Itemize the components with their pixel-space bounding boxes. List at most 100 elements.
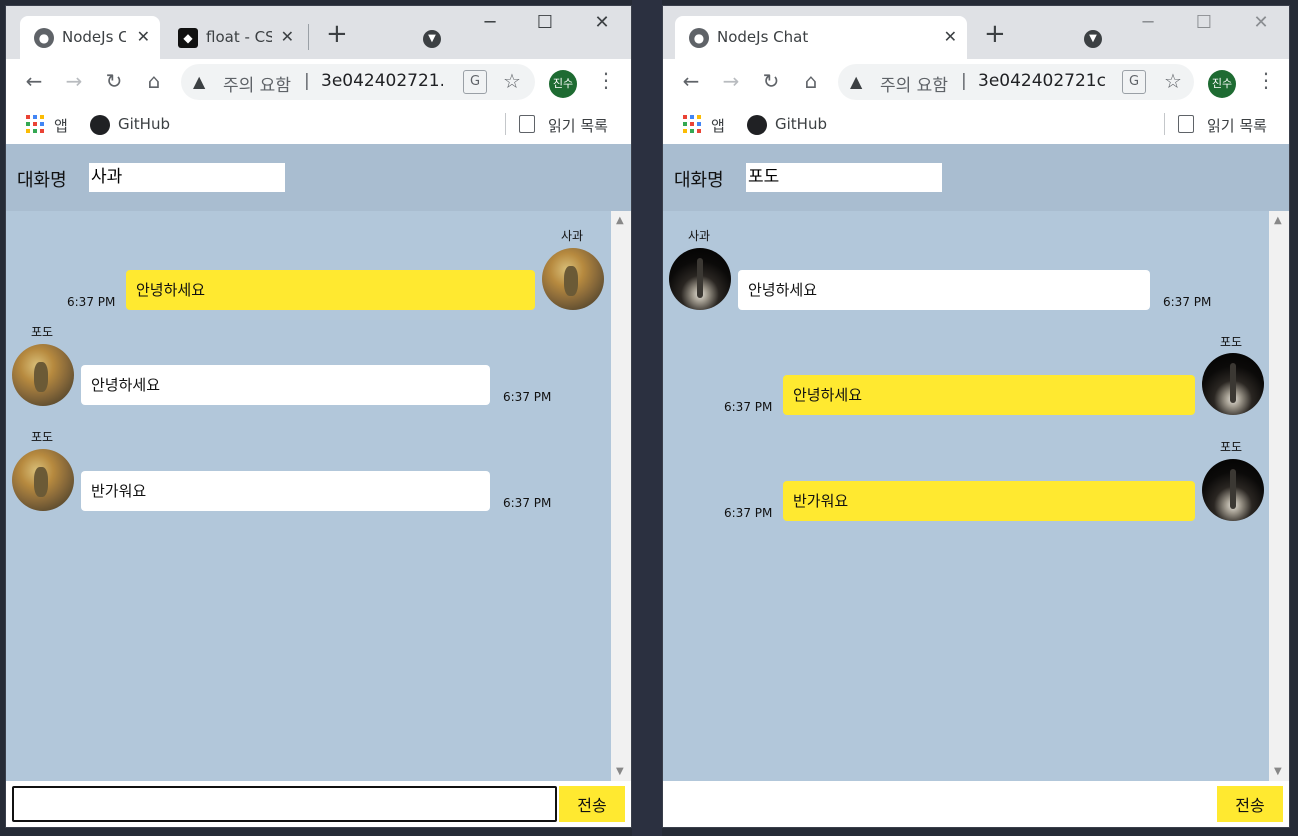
minimize-icon[interactable]: ─	[476, 12, 504, 33]
apps-grid-icon[interactable]	[26, 115, 44, 133]
kebab-menu-icon[interactable]: ⋮	[1256, 68, 1276, 92]
chat-page: 대화명 사과 사과 안녕하세요 6:37 PM 포도 안녕하세요 6:37 PM…	[6, 144, 631, 827]
reload-icon[interactable]: ↻	[101, 69, 127, 93]
message-time: 6:37 PM	[503, 390, 552, 404]
chevron-down-icon[interactable]: ▼	[1084, 30, 1102, 48]
arrow-left-icon[interactable]: ←	[678, 69, 704, 93]
message-time: 6:37 PM	[503, 496, 552, 510]
bookmark-apps[interactable]: 앱	[54, 115, 68, 136]
nickname-input[interactable]: 사과	[89, 163, 285, 192]
translate-icon[interactable]: G	[463, 70, 487, 94]
message-bubble: 안녕하세요	[738, 270, 1150, 310]
github-icon	[747, 115, 767, 135]
tab-nodejs-chat[interactable]: ● NodeJs Chat ✕	[675, 16, 967, 59]
globe-icon: ●	[689, 28, 709, 48]
warning-icon: ▲	[850, 72, 863, 91]
home-icon[interactable]: ⌂	[141, 69, 167, 93]
bookmark-github[interactable]: GitHub	[118, 115, 170, 133]
window-close-icon[interactable]: ✕	[588, 12, 616, 33]
close-icon[interactable]: ✕	[137, 27, 150, 46]
reading-list-icon	[519, 115, 535, 133]
plus-icon[interactable]: +	[984, 20, 1006, 48]
chat-header: 대화명 포도	[663, 144, 1289, 211]
avatar	[12, 344, 74, 406]
star-icon[interactable]: ☆	[1164, 69, 1182, 93]
scroll-up-icon[interactable]: ▲	[616, 215, 624, 226]
minimize-icon[interactable]: ─	[1134, 12, 1162, 33]
scroll-up-icon[interactable]: ▲	[1274, 215, 1282, 226]
bookmark-separator	[505, 113, 506, 135]
sender-name: 포도	[31, 325, 54, 339]
tab-title: NodeJs C	[62, 28, 126, 46]
message-input[interactable]	[12, 786, 557, 822]
sender-name: 사과	[688, 229, 711, 243]
bookmarks-bar: 앱 GitHub 읽기 목록	[6, 105, 631, 144]
kebab-menu-icon[interactable]: ⋮	[596, 68, 616, 92]
close-icon[interactable]: ✕	[281, 27, 294, 46]
profile-avatar[interactable]: 진수	[1208, 70, 1236, 98]
reading-list-button[interactable]: 읽기 목록	[1207, 115, 1267, 136]
github-icon	[90, 115, 110, 135]
avatar	[1202, 353, 1264, 415]
tab-float-css[interactable]: ◆ float - CS ✕	[164, 16, 304, 59]
message-time: 6:37 PM	[1163, 295, 1212, 309]
translate-icon[interactable]: G	[1122, 70, 1146, 94]
home-icon[interactable]: ⌂	[798, 69, 824, 93]
arrow-right-icon[interactable]: →	[718, 69, 744, 93]
message-bubble: 반가워요	[783, 481, 1195, 521]
maximize-icon[interactable]: ☐	[531, 12, 559, 33]
scroll-down-icon[interactable]: ▼	[1274, 766, 1282, 777]
message-composer: 전송	[6, 781, 631, 827]
arrow-left-icon[interactable]: ←	[21, 69, 47, 93]
reading-list-button[interactable]: 읽기 목록	[548, 115, 608, 136]
warning-icon: ▲	[193, 72, 206, 91]
message-bubble: 반가워요	[81, 471, 490, 511]
browser-window-left: ● NodeJs C ✕ ◆ float - CS ✕ + ▼ ─ ☐ ✕ ← …	[5, 5, 632, 828]
plus-icon[interactable]: +	[326, 20, 348, 48]
close-icon[interactable]: ✕	[944, 27, 957, 46]
star-icon[interactable]: ☆	[503, 69, 521, 93]
chevron-down-icon[interactable]: ▼	[423, 30, 441, 48]
tab-nodejs-chat[interactable]: ● NodeJs C ✕	[20, 16, 160, 59]
bookmark-github[interactable]: GitHub	[775, 115, 827, 133]
browser-window-right: ● NodeJs Chat ✕ + ▼ ─ ☐ ✕ ← → ↻ ⌂ ▲ 주의 요…	[662, 5, 1290, 828]
desktop-gap	[632, 0, 662, 836]
codepen-icon: ◆	[178, 28, 198, 48]
tab-title: float - CS	[206, 28, 272, 46]
maximize-icon[interactable]: ☐	[1190, 12, 1218, 33]
globe-icon: ●	[34, 28, 54, 48]
message-composer: 전송	[663, 781, 1289, 827]
sender-name: 포도	[1220, 440, 1243, 454]
send-button[interactable]: 전송	[1217, 786, 1283, 822]
tab-strip: ● NodeJs C ✕ ◆ float - CS ✕ + ▼ ─ ☐ ✕	[6, 6, 631, 59]
bookmarks-bar: 앱 GitHub 읽기 목록	[663, 105, 1289, 144]
address-bar[interactable]: ▲ 주의 요함 | 3e042402721... G ☆	[181, 64, 535, 100]
nickname-input[interactable]: 포도	[746, 163, 942, 192]
apps-grid-icon[interactable]	[683, 115, 701, 133]
scrollbar[interactable]: ▲ ▼	[611, 211, 631, 781]
sender-name: 포도	[1220, 335, 1243, 349]
nickname-label: 대화명	[17, 170, 67, 191]
profile-avatar[interactable]: 진수	[549, 70, 577, 98]
scrollbar[interactable]: ▲ ▼	[1269, 211, 1289, 781]
bookmark-separator	[1164, 113, 1165, 135]
address-bar[interactable]: ▲ 주의 요함 | 3e042402721c... G ☆	[838, 64, 1194, 100]
separator-bar: |	[961, 71, 967, 91]
reload-icon[interactable]: ↻	[758, 69, 784, 93]
tab-strip: ● NodeJs Chat ✕ + ▼ ─ ☐ ✕	[663, 6, 1289, 59]
avatar	[1202, 459, 1264, 521]
message-input[interactable]	[663, 786, 1211, 822]
tab-title: NodeJs Chat	[717, 28, 809, 46]
bookmark-apps[interactable]: 앱	[711, 115, 725, 136]
message-bubble: 안녕하세요	[81, 365, 490, 405]
message-list: 사과 안녕하세요 6:37 PM 포도 안녕하세요 6:37 PM 포도 반가워…	[6, 211, 611, 781]
message-bubble: 안녕하세요	[783, 375, 1195, 415]
url-text: 3e042402721...	[321, 71, 443, 91]
send-button[interactable]: 전송	[559, 786, 625, 822]
navigation-toolbar: ← → ↻ ⌂ ▲ 주의 요함 | 3e042402721c... G ☆ 진수…	[663, 59, 1289, 105]
arrow-right-icon[interactable]: →	[61, 69, 87, 93]
separator-bar: |	[304, 71, 310, 91]
window-close-icon[interactable]: ✕	[1247, 12, 1275, 33]
scroll-down-icon[interactable]: ▼	[616, 766, 624, 777]
sender-name: 포도	[31, 430, 54, 444]
